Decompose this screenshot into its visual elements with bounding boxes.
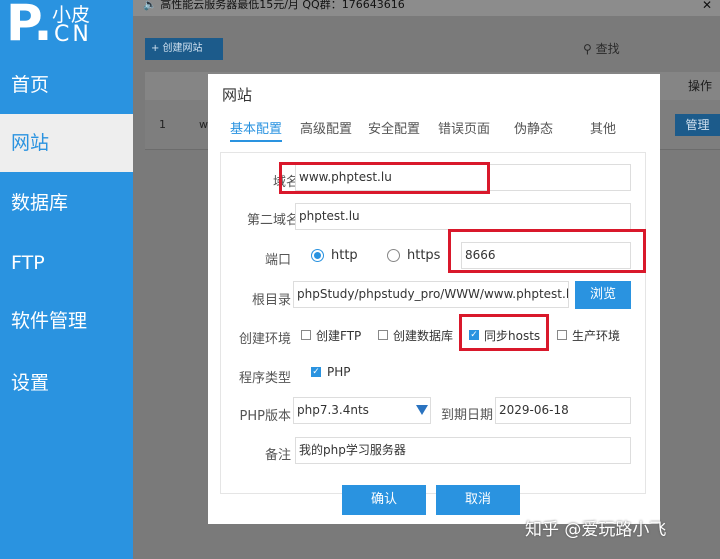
note-input[interactable]: 我的php学习服务器 — [295, 437, 631, 464]
note-label: 备注 — [264, 448, 291, 463]
logo-letter: P. — [6, 0, 53, 52]
close-icon[interactable]: ✕ — [702, 0, 712, 11]
expiry-label: 到期日期 — [440, 408, 493, 423]
sidebar-item-website[interactable]: 网站 — [0, 114, 133, 172]
create-db-checkbox[interactable] — [378, 330, 388, 340]
port-label: 端口 — [264, 253, 291, 268]
watermark: 知乎 @爱玩路小飞 — [525, 520, 667, 540]
production-checkbox[interactable] — [557, 330, 567, 340]
website-dialog: 网站 基本配置 高级配置 安全配置 错误页面 伪静态 其他 域名 www.php… — [208, 74, 660, 524]
production-label: 生产环境 — [572, 329, 621, 343]
http-label: http — [331, 248, 358, 263]
sidebar-item-database[interactable]: 数据库 — [0, 174, 133, 232]
php-version-value: php7.3.4nts — [297, 403, 369, 417]
cancel-button[interactable]: 取消 — [436, 485, 520, 515]
expiry-date-input[interactable]: 2029-06-18 — [495, 397, 631, 424]
ad-text: 高性能云服务器最低15元/月 QQ群：176643616 — [160, 0, 405, 11]
manage-button[interactable]: 管理 — [675, 114, 720, 136]
highlight-port — [448, 229, 646, 273]
app-logo: P. 小皮 CN — [0, 0, 133, 58]
search-box[interactable]: ⚲ 查找 — [583, 38, 683, 60]
php-version-select[interactable]: php7.3.4nts — [293, 397, 431, 424]
tab-rewrite[interactable]: 伪静态 — [514, 118, 553, 137]
php-version-label: PHP版本 — [239, 409, 291, 424]
https-radio[interactable] — [387, 249, 400, 262]
highlight-domain — [279, 162, 490, 194]
tab-error-pages[interactable]: 错误页面 — [438, 118, 490, 137]
search-label: 查找 — [595, 42, 620, 56]
create-db-label: 创建数据库 — [393, 329, 454, 343]
chevron-down-icon — [416, 405, 428, 415]
sidebar-item-settings[interactable]: 设置 — [0, 354, 133, 412]
row-domain: w — [199, 118, 208, 131]
program-type-label: 程序类型 — [238, 371, 291, 386]
tab-other[interactable]: 其他 — [590, 118, 616, 137]
row-index: 1 — [159, 118, 166, 131]
sidebar-item-ftp[interactable]: FTP — [0, 234, 133, 292]
php-label: PHP — [327, 365, 351, 379]
second-domain-input[interactable]: phptest.lu — [295, 203, 631, 230]
logo-cn: CN — [54, 22, 92, 47]
php-checkbox[interactable]: ✓ — [311, 367, 321, 377]
http-radio[interactable] — [311, 249, 324, 262]
https-label: https — [407, 248, 441, 263]
create-ftp-checkbox[interactable] — [301, 330, 311, 340]
highlight-sync-hosts — [459, 314, 549, 351]
basic-config-panel: 域名 www.phptest.lu 第二域名 phptest.lu 端口 htt… — [220, 152, 646, 494]
second-domain-label: 第二域名 — [246, 213, 299, 228]
search-icon: ⚲ — [583, 42, 592, 56]
root-dir-label: 根目录 — [251, 293, 291, 308]
sidebar-item-software[interactable]: 软件管理 — [0, 292, 133, 350]
sidebar: P. 小皮 CN 首页 网站 数据库 FTP 软件管理 设置 — [0, 0, 133, 559]
top-ad-bar: 🔈 高性能云服务器最低15元/月 QQ群：176643616 ✕ — [133, 0, 720, 16]
env-label: 创建环境 — [238, 332, 291, 347]
confirm-button[interactable]: 确认 — [342, 485, 426, 515]
browse-button[interactable]: 浏览 — [575, 281, 631, 309]
tab-security[interactable]: 安全配置 — [368, 118, 420, 137]
root-dir-input[interactable]: phpStudy/phpstudy_pro/WWW/www.phptest.lu — [293, 281, 569, 308]
tab-basic[interactable]: 基本配置 — [230, 118, 283, 142]
speaker-icon: 🔈 — [143, 0, 157, 11]
sidebar-item-home[interactable]: 首页 — [0, 56, 133, 114]
tab-advanced[interactable]: 高级配置 — [300, 118, 352, 137]
create-ftp-label: 创建FTP — [316, 329, 362, 343]
column-operation: 操作 — [687, 79, 712, 93]
create-site-button[interactable]: + 创建网站 — [145, 38, 223, 60]
dialog-title: 网站 — [222, 86, 253, 104]
